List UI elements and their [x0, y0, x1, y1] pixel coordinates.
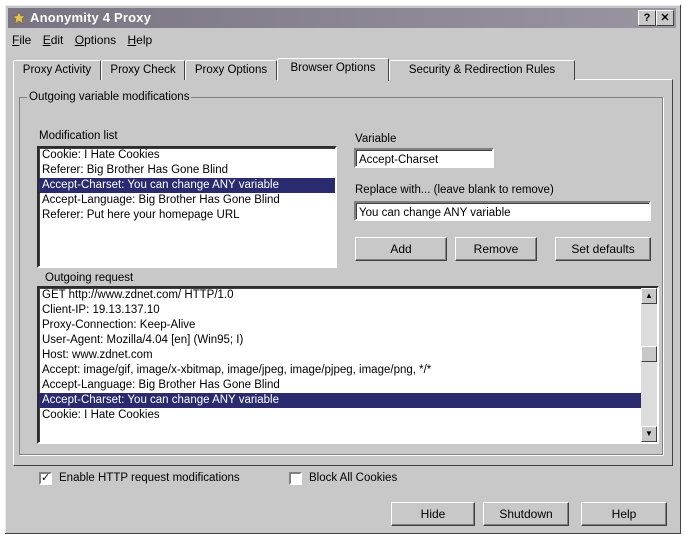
menu-edit[interactable]: Edit [39, 31, 68, 49]
vertical-scrollbar[interactable]: ▲ ▼ [641, 288, 657, 442]
app-logo-icon [12, 11, 26, 25]
request-line: Client-IP: 19.13.137.10 [42, 304, 160, 316]
tab-browser-options[interactable]: Browser Options [277, 58, 389, 81]
scroll-up-icon[interactable]: ▲ [641, 288, 657, 304]
shutdown-button[interactable]: Shutdown [483, 502, 569, 526]
list-item[interactable]: Accept-Language: Big Brother Has Gone Bl… [39, 193, 335, 208]
request-line: Proxy-Connection: Keep-Alive [42, 319, 196, 331]
request-line: Cookie: I Hate Cookies [42, 409, 160, 421]
title-bar[interactable]: Anonymity 4 Proxy ? ✕ [8, 8, 676, 28]
block-cookies-checkbox[interactable] [289, 472, 302, 485]
variable-field[interactable]: Accept-Charset [354, 148, 494, 168]
hide-button[interactable]: Hide [391, 502, 475, 526]
list-item[interactable]: Referer: Put here your homepage URL [39, 208, 335, 223]
list-item-selected[interactable]: Accept-Charset: You can change ANY varia… [39, 178, 335, 193]
request-line: Host: www.zdnet.com [42, 349, 153, 361]
group-title: Outgoing variable modifications [27, 91, 192, 104]
request-line: User-Agent: Mozilla/4.04 [en] (Win95; I) [42, 334, 244, 346]
tab-proxy-options[interactable]: Proxy Options [185, 60, 277, 80]
list-item[interactable]: Cookie: I Hate Cookies [39, 148, 335, 163]
request-line: Accept: image/gif, image/x-xbitmap, imag… [42, 364, 432, 376]
close-icon[interactable]: ✕ [656, 10, 674, 26]
enable-http-mod-label: Enable HTTP request modifications [59, 472, 240, 484]
list-item[interactable]: Referer: Big Brother Has Gone Blind [39, 163, 335, 178]
replace-label: Replace with... (leave blank to remove) [355, 184, 554, 196]
window-title: Anonymity 4 Proxy [30, 10, 152, 25]
outgoing-request-list[interactable]: GET http://www.zdnet.com/ HTTP/1.0 Clien… [37, 286, 659, 444]
app-window: Anonymity 4 Proxy ? ✕ File Edit Options … [4, 4, 682, 535]
request-line: Accept-Language: Big Brother Has Gone Bl… [42, 379, 280, 391]
tab-strip: Proxy Activity Proxy Check Proxy Options… [13, 58, 673, 81]
menu-help[interactable]: Help [123, 31, 156, 49]
enable-http-mod-checkbox[interactable]: ✓ [39, 472, 52, 485]
block-cookies-label: Block All Cookies [309, 472, 398, 484]
menu-options[interactable]: Options [71, 31, 120, 49]
replace-field[interactable]: You can change ANY variable [354, 201, 651, 221]
variable-label: Variable [355, 133, 397, 145]
tab-proxy-check[interactable]: Proxy Check [101, 60, 185, 80]
help-button[interactable]: Help [581, 502, 667, 526]
modification-list[interactable]: Cookie: I Hate Cookies Referer: Big Brot… [37, 146, 337, 268]
remove-button[interactable]: Remove [455, 237, 537, 261]
menu-file[interactable]: File [8, 31, 35, 49]
request-line: GET http://www.zdnet.com/ HTTP/1.0 [42, 289, 234, 301]
tab-proxy-activity[interactable]: Proxy Activity [13, 60, 101, 80]
help-title-button[interactable]: ? [638, 10, 656, 26]
outgoing-request-label: Outgoing request [45, 272, 134, 284]
scroll-down-icon[interactable]: ▼ [641, 426, 657, 442]
set-defaults-button[interactable]: Set defaults [555, 237, 651, 261]
scroll-thumb[interactable] [641, 346, 657, 362]
add-button[interactable]: Add [355, 237, 447, 261]
request-line-selected[interactable]: Accept-Charset: You can change ANY varia… [39, 393, 641, 408]
menu-bar: File Edit Options Help [8, 31, 676, 49]
tab-security-redirection[interactable]: Security & Redirection Rules [389, 60, 575, 80]
modification-list-label: Modification list [39, 130, 118, 142]
